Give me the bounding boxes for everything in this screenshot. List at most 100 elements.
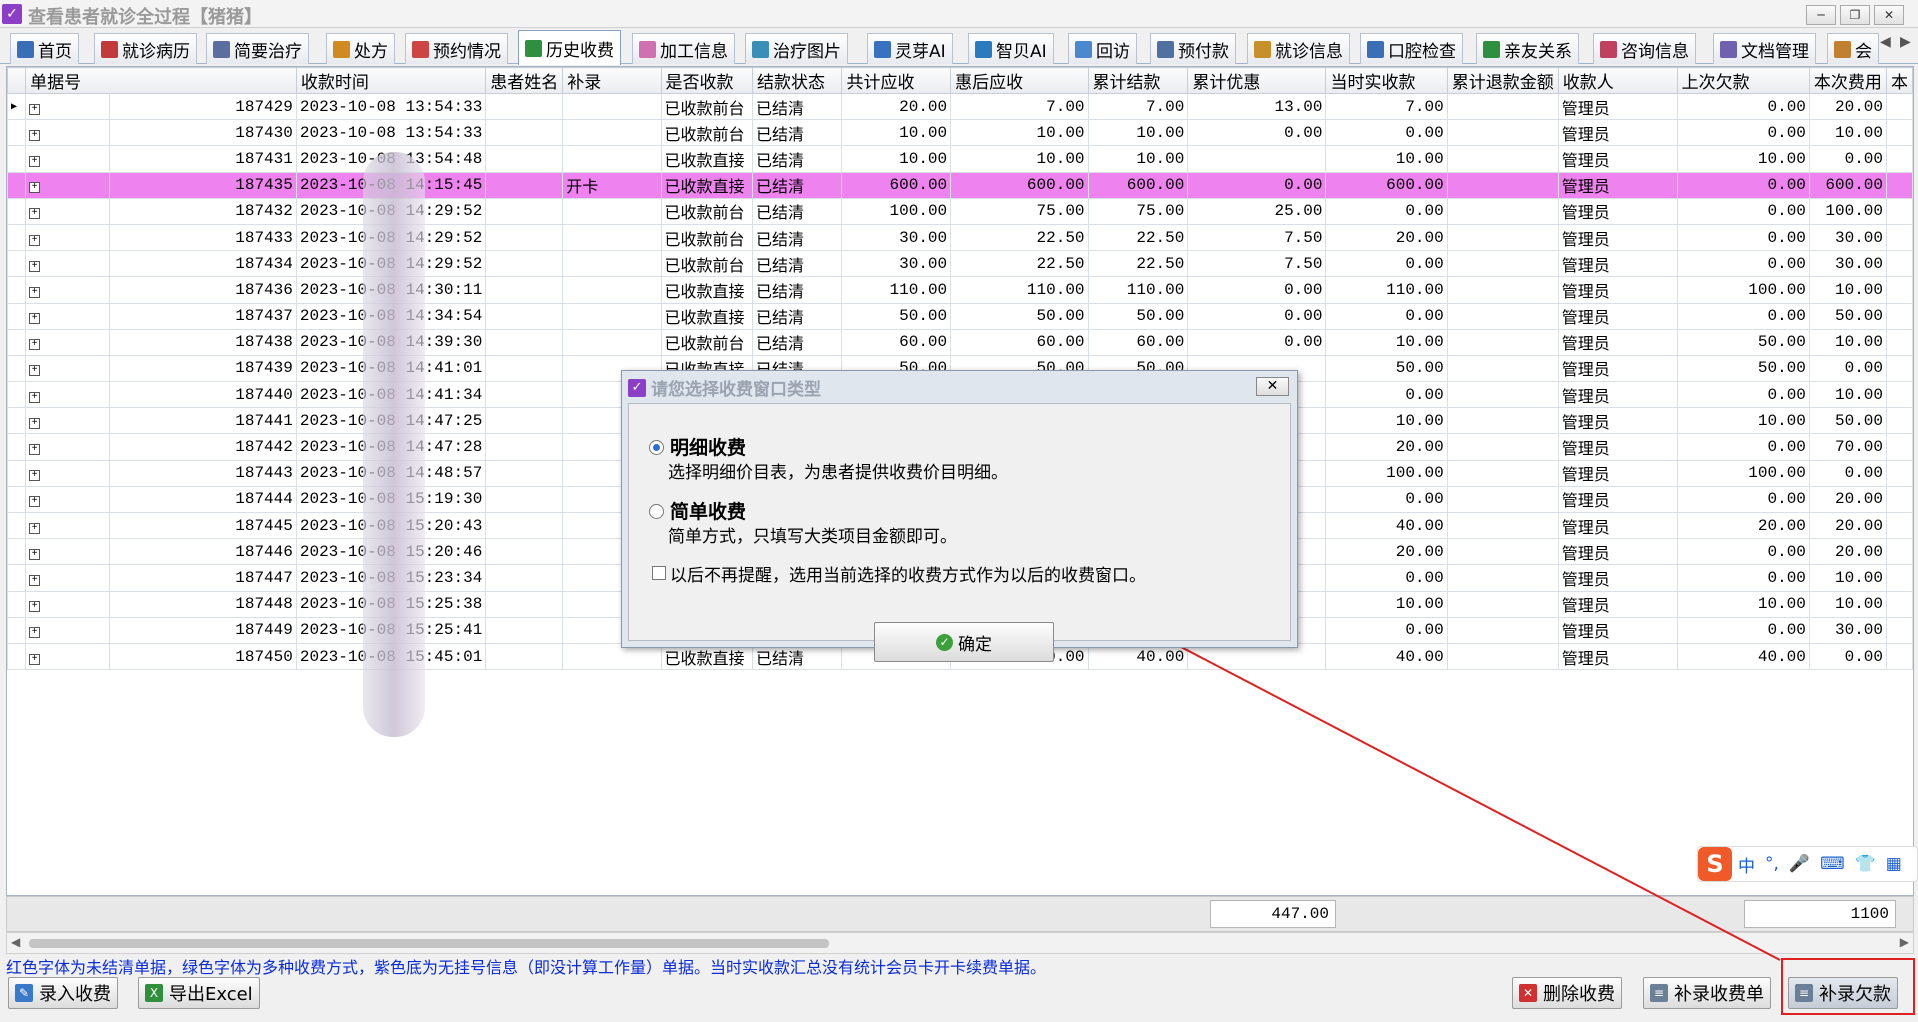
- record-payment-button[interactable]: ✎ 录入收费: [8, 977, 118, 1009]
- simple-charge-radio[interactable]: [649, 504, 664, 519]
- tab-image[interactable]: 治疗图片: [745, 33, 848, 64]
- dialog-close-button[interactable]: ✕: [1256, 377, 1289, 396]
- expand-toggle[interactable]: +: [25, 642, 111, 671]
- tab-medical-record[interactable]: 就诊病历: [94, 33, 197, 64]
- plus-icon[interactable]: +: [29, 103, 41, 115]
- tab-spellcheck[interactable]: 文档管理: [1713, 33, 1816, 64]
- table-row[interactable]: +187436 2023-10-08 14:30:11 已收款直接 已结清 110.00…: [7, 276, 1913, 304]
- ime-punct-icon[interactable]: °,: [1765, 854, 1779, 874]
- tab-home[interactable]: 首页: [10, 33, 79, 64]
- tab-robot[interactable]: 智贝AI: [968, 33, 1054, 64]
- expand-toggle[interactable]: +: [25, 590, 111, 618]
- tab-people[interactable]: 亲友关系: [1476, 33, 1579, 64]
- table-row[interactable]: +187432 2023-10-08 14:29:52 已收款前台 已结清 100.00…: [7, 197, 1913, 225]
- expand-toggle[interactable]: +: [25, 538, 111, 566]
- expand-toggle[interactable]: +: [25, 511, 111, 540]
- plus-icon[interactable]: +: [29, 208, 41, 220]
- expand-toggle[interactable]: +: [25, 354, 111, 383]
- column-header[interactable]: 累计优惠: [1187, 67, 1327, 94]
- table-row[interactable]: +187438 2023-10-08 14:39:30 已收款前台 已结清 60.00 6…: [7, 328, 1913, 356]
- tab-scroll-left-icon[interactable]: ◀: [1880, 34, 1891, 50]
- detailed-charge-radio[interactable]: [649, 440, 664, 455]
- microphone-icon[interactable]: 🎤: [1789, 854, 1810, 874]
- tab-briefcase[interactable]: 口腔检查: [1360, 33, 1463, 64]
- tab-notebook[interactable]: 就诊信息: [1247, 33, 1350, 64]
- expand-toggle[interactable]: +: [25, 381, 111, 409]
- column-header[interactable]: 当时实收款: [1325, 67, 1448, 94]
- table-row[interactable]: +187431 2023-10-08 13:54:48 已收款直接 已结清 10.00 1…: [7, 145, 1913, 173]
- plus-icon[interactable]: +: [29, 548, 41, 560]
- scroll-thumb[interactable]: [29, 939, 829, 948]
- expand-toggle[interactable]: +: [25, 433, 111, 461]
- column-header[interactable]: 是否收款: [660, 67, 753, 94]
- tab-member[interactable]: 会: [1827, 33, 1879, 64]
- expand-toggle[interactable]: +: [25, 119, 111, 147]
- tab-cluster[interactable]: 加工信息: [632, 33, 735, 64]
- plus-icon[interactable]: +: [29, 470, 41, 482]
- plus-icon[interactable]: +: [29, 444, 41, 456]
- plus-icon[interactable]: +: [29, 260, 41, 272]
- scroll-right-icon[interactable]: ▶: [1900, 935, 1909, 949]
- tab-scroll-right-icon[interactable]: ▶: [1900, 34, 1911, 50]
- plus-icon[interactable]: +: [29, 601, 41, 613]
- tab-coins[interactable]: 历史收费: [518, 30, 621, 65]
- plus-icon[interactable]: +: [29, 129, 41, 141]
- skin-icon[interactable]: 👕: [1855, 854, 1876, 874]
- tab-document[interactable]: 简要治疗: [206, 33, 309, 64]
- expand-toggle[interactable]: +: [25, 145, 111, 173]
- column-header[interactable]: 结款状态: [751, 67, 843, 94]
- column-header[interactable]: 本次费用: [1808, 67, 1888, 94]
- apps-grid-icon[interactable]: ▦: [1886, 854, 1902, 874]
- plus-icon[interactable]: +: [29, 417, 41, 429]
- maximize-button[interactable]: ❐: [1840, 5, 1870, 25]
- plus-icon[interactable]: +: [29, 627, 41, 639]
- remember-choice-label[interactable]: 以后不再提醒，选用当前选择的收费方式作为以后的收费窗口。: [670, 561, 1146, 586]
- table-row[interactable]: +187437 2023-10-08 14:34:54 已收款直接 已结清 50.00 5…: [7, 302, 1913, 330]
- plus-icon[interactable]: +: [29, 365, 41, 377]
- detailed-charge-title[interactable]: 明细收费: [670, 433, 746, 460]
- expand-toggle[interactable]: +: [25, 250, 111, 278]
- column-header[interactable]: 收款时间: [295, 67, 487, 94]
- plus-icon[interactable]: +: [29, 182, 41, 194]
- table-row[interactable]: +187434 2023-10-08 14:29:52 已收款前台 已结清 30.00 2…: [7, 250, 1913, 278]
- expand-toggle[interactable]: +: [25, 276, 111, 304]
- expand-toggle[interactable]: +: [25, 407, 111, 435]
- expand-toggle[interactable]: +: [25, 223, 111, 252]
- table-row[interactable]: +187433 2023-10-08 14:29:52 已收款前台 已结清 30.00 2…: [7, 223, 1913, 252]
- ime-mode-label[interactable]: 中: [1738, 852, 1755, 877]
- expand-toggle[interactable]: +: [25, 92, 111, 121]
- column-header[interactable]: 补录: [562, 67, 662, 94]
- column-header[interactable]: 上次欠款: [1676, 67, 1810, 94]
- column-header[interactable]: 累计结款: [1087, 67, 1189, 94]
- keyboard-icon[interactable]: ⌨: [1820, 854, 1845, 874]
- table-row[interactable]: +187435 2023-10-08 14:15:45 开卡 已收款直接 已结清 600.…: [7, 171, 1913, 199]
- scroll-left-icon[interactable]: ◀: [11, 935, 20, 949]
- ime-toolbar[interactable]: S 中 °, 🎤 ⌨ 👕 ▦: [1697, 846, 1918, 882]
- table-row[interactable]: +187430 2023-10-08 13:54:33 已收款前台 已结清 10.00 1…: [7, 119, 1913, 147]
- plus-icon[interactable]: +: [29, 286, 41, 298]
- plus-icon[interactable]: +: [29, 339, 41, 351]
- minimize-button[interactable]: ─: [1806, 5, 1836, 25]
- horizontal-scrollbar[interactable]: ◀ ▶: [6, 932, 1914, 954]
- expand-toggle[interactable]: +: [25, 485, 111, 514]
- plus-icon[interactable]: +: [29, 155, 41, 167]
- plus-icon[interactable]: +: [29, 234, 41, 246]
- column-header[interactable]: 单据号: [25, 67, 297, 94]
- tab-eye[interactable]: 灵芽AI: [867, 33, 953, 64]
- expand-toggle[interactable]: +: [25, 171, 111, 199]
- tab-wallet[interactable]: 预付款: [1150, 33, 1236, 64]
- plus-icon[interactable]: +: [29, 496, 41, 508]
- tab-refresh[interactable]: 回访: [1068, 33, 1137, 64]
- delete-payment-button[interactable]: ✕ 删除收费: [1512, 977, 1622, 1009]
- tab-pill[interactable]: 处方: [326, 33, 395, 64]
- plus-icon[interactable]: +: [29, 653, 41, 665]
- expand-toggle[interactable]: +: [25, 328, 111, 356]
- simple-charge-title[interactable]: 简单收费: [670, 497, 746, 524]
- column-header[interactable]: 共计应收: [841, 67, 952, 94]
- expand-toggle[interactable]: +: [25, 616, 111, 644]
- tab-consult[interactable]: 咨询信息: [1593, 33, 1696, 64]
- plus-icon[interactable]: +: [29, 313, 41, 325]
- expand-toggle[interactable]: +: [25, 564, 111, 592]
- export-excel-button[interactable]: X 导出Excel: [138, 977, 260, 1009]
- supplement-bill-button[interactable]: ≡ 补录收费单: [1643, 977, 1771, 1009]
